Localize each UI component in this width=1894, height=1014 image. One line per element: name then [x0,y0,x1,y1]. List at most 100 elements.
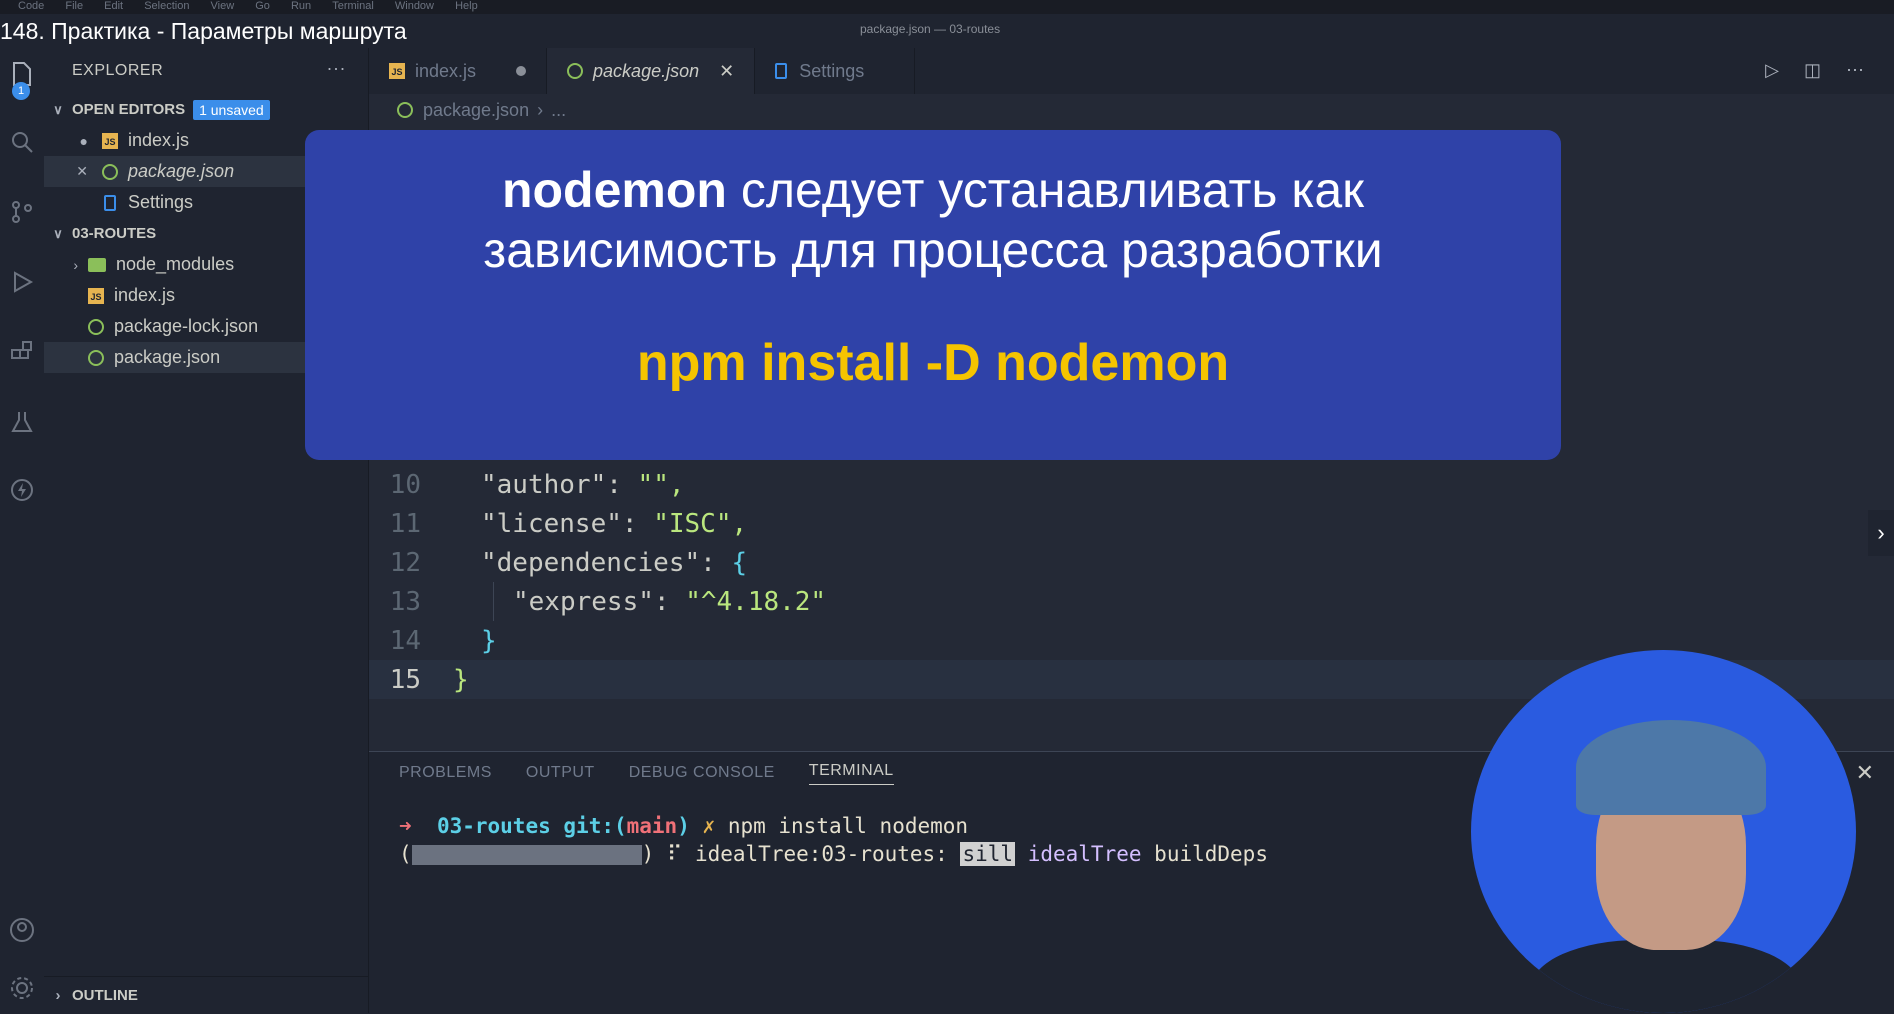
tab-debug-console[interactable]: DEBUG CONSOLE [629,764,775,782]
open-editor-label: Settings [128,192,194,212]
menu-view[interactable]: View [211,0,235,12]
prompt-branch: main [626,814,678,838]
breadcrumb-file[interactable]: package.json [423,100,529,121]
line-number: 15 [389,664,421,695]
open-editors-section[interactable]: ∨ OPEN EDITORS 1 unsaved [44,94,368,125]
activity-bar: 1 [0,48,45,1013]
folder-label: 03-ROUTES [72,225,157,242]
run-icon[interactable]: ▷ [1765,60,1779,80]
caption-text: nodemon следует устанавливать как зависи… [305,160,1561,280]
tree-item-label: index.js [114,285,176,305]
menu-terminal[interactable]: Terminal [332,0,374,12]
code-line: 11 "license": "ISC", [369,504,1894,543]
search-icon[interactable] [8,128,36,156]
dirty-mark: ✗ [702,814,716,838]
close-icon[interactable]: ✕ [44,163,88,180]
tab-label: package.json [593,60,700,81]
tree-item-label: package.json [114,347,221,367]
run-debug-icon[interactable] [8,268,36,296]
json-value: } [453,664,469,695]
tree-item-label: package-lock.json [114,316,259,336]
tab-settings[interactable]: Settings [755,48,916,94]
breadcrumb: package.json › ... [369,94,1894,126]
json-file-icon [88,318,104,335]
menu-run[interactable]: Run [291,0,311,12]
menu-go[interactable]: Go [255,0,270,12]
more-actions-icon[interactable]: ⋯ [1846,60,1864,80]
open-editors-label: OPEN EDITORS [72,101,186,118]
tab-output[interactable]: OUTPUT [526,764,595,782]
code-line: 13 "express": "^4.18.2" [369,582,1894,621]
json-value: } [481,625,497,656]
video-title: 148. Практика - Параметры маршрута [0,18,407,44]
caption-bold: nodemon [501,162,727,218]
tab-problems[interactable]: PROBLEMS [399,764,492,782]
json-file-icon [567,63,584,79]
tab-terminal[interactable]: TERMINAL [808,762,894,785]
menu-selection[interactable]: Selection [144,0,189,12]
line-number: 13 [389,586,421,617]
window-title: package.json — 03-routes [860,22,1001,36]
close-icon[interactable]: ✕ [719,61,734,82]
tab-index-js[interactable]: JS index.js [369,48,548,94]
extensions-icon[interactable] [8,338,36,366]
json-value: "ISC", [653,508,748,539]
json-key: "license" [481,508,622,539]
menu-code[interactable]: Code [18,0,44,12]
menu-edit[interactable]: Edit [104,0,123,12]
json-file-icon [397,102,413,118]
chevron-down-icon: ∨ [53,101,63,117]
menu-help[interactable]: Help [455,0,478,12]
log-stage: idealTree [1027,842,1142,866]
webcam-cap [1576,720,1766,815]
source-control-icon[interactable] [8,198,36,226]
json-file-icon [88,349,104,366]
json-key: "author" [481,469,607,500]
js-file-icon: JS [389,63,405,79]
prompt-git-close: ) [677,814,690,838]
prompt-arrow-icon: ➜ [399,814,412,838]
lightning-icon[interactable] [8,476,36,504]
caption-line2: зависимость для процесса разработки [483,222,1383,278]
chevron-right-icon: › [537,99,544,120]
more-actions-icon[interactable]: ··· [327,58,346,79]
unsaved-dot-icon[interactable] [516,66,527,76]
code-line: 10 "author": "", [369,465,1894,504]
js-file-icon: JS [88,287,104,304]
split-editor-icon[interactable]: ◫ [1804,60,1821,80]
menu-window[interactable]: Window [395,0,434,12]
progress-bar [411,845,642,865]
outline-label: OUTLINE [72,986,138,1004]
breadcrumb-rest[interactable]: ... [551,100,566,121]
chevron-down-icon: ∨ [53,225,63,241]
indent-guide [493,582,494,621]
log-step: buildDeps [1154,842,1268,866]
line-number: 11 [389,508,421,539]
testing-icon[interactable] [8,408,36,436]
tab-label: index.js [415,60,477,81]
tab-label: Settings [799,60,865,81]
outline-section[interactable]: › OUTLINE [44,976,368,1013]
explorer-title: EXPLORER [72,62,164,79]
unsaved-dot-icon[interactable]: ● [44,133,88,149]
settings-file-icon [104,194,116,211]
settings-file-icon [775,63,788,79]
json-value: { [731,547,748,578]
tab-package-json[interactable]: package.json ✕ [547,48,756,94]
folder-icon [88,257,106,272]
code-line: 12 "dependencies": { [369,543,1894,582]
gear-icon[interactable] [8,974,36,1002]
webcam-overlay [1471,650,1856,1013]
account-icon[interactable] [8,916,36,944]
prompt-git: git:( [563,814,627,838]
json-value: "^4.18.2" [685,586,827,617]
close-panel-icon[interactable]: ✕ [1856,760,1874,786]
editor-actions: ▷ ◫ ⋯ [1745,60,1864,81]
json-key: "dependencies" [481,547,701,578]
caption-command: npm install -D nodemon [636,334,1230,392]
chevron-right-icon[interactable]: › [1868,510,1894,556]
unsaved-badge: 1 unsaved [193,99,270,120]
line-number: 12 [389,547,421,578]
js-file-icon: JS [102,132,118,149]
menu-file[interactable]: File [65,0,83,12]
